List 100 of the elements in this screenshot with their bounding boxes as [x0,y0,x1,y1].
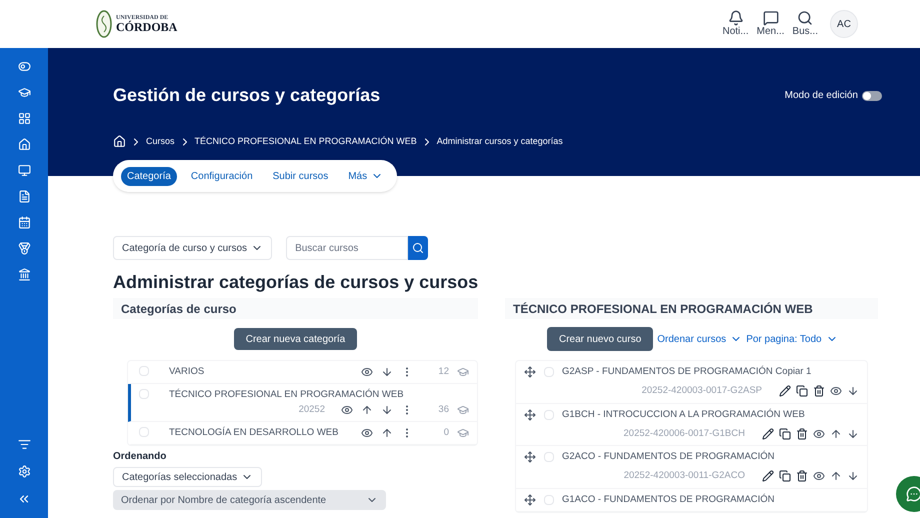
course-count: 36 [437,402,449,416]
sorting-select[interactable]: Categorías seleccionadas [113,467,262,487]
sort-courses-link[interactable]: Ordenar cursos [657,332,726,346]
course-name[interactable]: G2ACO - FUNDAMENTOS DE PROGRAMACIÓN [562,450,775,464]
seal-icon [96,10,112,38]
grid-icon[interactable] [18,112,30,125]
course-row[interactable]: G1ACO - FUNDAMENTOS DE PROGRAMACIÓN [516,488,867,512]
graduation-cap-icon [457,426,469,439]
chat-icon [906,486,920,502]
course-row[interactable]: G2ACO - FUNDAMENTOS DE PROGRAMACIÓN 20252-420003-0011-G2ACO [516,446,867,488]
panel-header: Categorías de curso [113,298,478,319]
delete-icon[interactable] [796,428,808,440]
visibility-icon[interactable] [341,404,353,416]
copy-icon[interactable] [796,385,808,398]
row-checkbox[interactable] [139,366,149,376]
search-icon [797,10,814,26]
course-row[interactable]: G2ASP - FUNDAMENTOS DE PROGRAMACIÓN Copiar 1 20252-420003-0017-G2ASP [516,361,867,404]
drag-handle-icon[interactable] [524,366,536,378]
move-up-icon[interactable] [381,426,393,439]
graduation-cap-icon [457,404,469,416]
category-name[interactable]: TECNOLOGÍA EN DESARROLLO WEB [169,426,353,440]
create-course-button[interactable]: Crear nuevo curso [547,327,654,351]
row-checkbox[interactable] [544,494,554,505]
move-down-icon[interactable] [847,428,859,440]
drag-handle-icon[interactable] [524,408,536,421]
course-count: 0 [442,426,449,440]
category-name[interactable]: TÉCNICO PROFESIONAL EN PROGRAMACIÓN WEB [169,388,469,402]
page-title: Gestión de cursos y categorías [113,84,380,107]
course-id: 20252-420003-0017-G2ASP [642,384,762,398]
row-checkbox[interactable] [544,410,554,420]
breadcrumb-link[interactable]: Administrar cursos y categorías [436,135,563,148]
user-avatar[interactable]: AC [830,10,858,38]
delete-icon[interactable] [796,470,808,482]
drag-handle-icon[interactable] [524,451,536,464]
filter-icon[interactable] [18,438,30,451]
calendar-icon[interactable] [18,216,30,229]
move-up-icon[interactable] [361,404,373,416]
sorting-label: Ordenando [113,450,168,464]
course-name[interactable]: G1BCH - INTROCUCCION A LA PROGRAMACIÓN WEB [562,408,805,422]
toggle-icon[interactable] [18,60,30,73]
search-field[interactable]: Buscar cursos [286,236,408,260]
breadcrumb-link[interactable]: Cursos [146,135,175,148]
course-row[interactable]: G1BCH - INTROCUCCION A LA PROGRAMACIÓN WEB 20252-420006-0017-G1BCH [516,404,867,446]
visibility-icon[interactable] [361,366,373,378]
edit-mode-switch[interactable] [862,90,882,100]
create-category-button[interactable]: Crear nueva categoría [234,328,358,350]
section-heading: Administrar categorías de cursos y cursos [113,271,480,294]
nav-tab[interactable]: Configuración [184,166,259,186]
search-icon [412,242,424,254]
nav-tab[interactable]: Subir cursos [266,166,334,186]
edit-icon[interactable] [762,428,774,440]
edit-icon[interactable] [779,385,791,398]
top-action-button[interactable]: Bus... [792,10,818,38]
move-down-icon[interactable] [381,366,393,378]
category-id: 20252 [298,402,325,416]
copy-icon[interactable] [779,428,791,440]
medal-icon[interactable] [18,242,30,255]
monitor-icon[interactable] [18,164,30,177]
course-name[interactable]: G2ASP - FUNDAMENTOS DE PROGRAMACIÓN Copiar 1 [562,365,812,380]
move-down-icon[interactable] [847,470,859,482]
edit-icon[interactable] [762,470,774,482]
course-id: 20252-420003-0011-G2ACO [624,469,745,484]
copy-icon[interactable] [779,470,791,482]
chat-icon [762,10,779,26]
panel-header: TÉCNICO PROFESIONAL EN PROGRAMACIÓN WEB [505,298,878,319]
visibility-icon[interactable] [830,385,842,398]
move-up-icon[interactable] [830,470,842,482]
graduation-cap-icon[interactable] [18,86,30,99]
view-select[interactable]: Categoría de curso y cursos [113,236,272,260]
category-name[interactable]: VARIOS [169,365,353,380]
visibility-icon[interactable] [813,470,825,482]
graduation-cap-icon [457,366,469,378]
delete-icon[interactable] [813,385,825,398]
move-down-icon[interactable] [381,404,393,416]
search-button[interactable] [408,236,428,260]
document-icon[interactable] [18,190,30,203]
breadcrumb-link[interactable]: TÉCNICO PROFESIONAL EN PROGRAMACIÓN WEB [194,135,417,148]
home-icon[interactable] [113,135,126,148]
visibility-icon[interactable] [813,428,825,440]
move-up-icon[interactable] [830,428,842,440]
top-action-button[interactable]: Men... [756,10,784,38]
bank-icon[interactable] [18,268,30,281]
category-row[interactable]: TÉCNICO PROFESIONAL EN PROGRAMACIÓN WEB 20252 36 [128,384,477,422]
category-row[interactable]: TECNOLOGÍA EN DESARROLLO WEB 0 [128,422,477,445]
visibility-icon[interactable] [361,426,373,439]
course-id: 20252-420006-0017-G1BCH [624,426,745,441]
drag-handle-icon[interactable] [524,494,536,506]
move-down-icon[interactable] [847,385,859,398]
per-page-link[interactable]: Por pagina: Todo [746,332,822,346]
course-name[interactable]: G1ACO - FUNDAMENTOS DE PROGRAMACIÓN [562,492,775,507]
top-action-button[interactable]: Noti... [722,10,749,38]
nav-tab[interactable]: Más [342,166,390,186]
edit-mode-label: Modo de edición [784,89,858,103]
row-checkbox[interactable] [544,367,554,378]
row-checkbox[interactable] [139,426,149,437]
settings-icon[interactable] [18,465,30,478]
order-select[interactable]: Ordenar por Nombre de categoría ascendente [113,490,386,510]
nav-tab[interactable]: Categoría [121,166,177,186]
row-checkbox[interactable] [139,389,149,400]
row-checkbox[interactable] [544,452,554,462]
